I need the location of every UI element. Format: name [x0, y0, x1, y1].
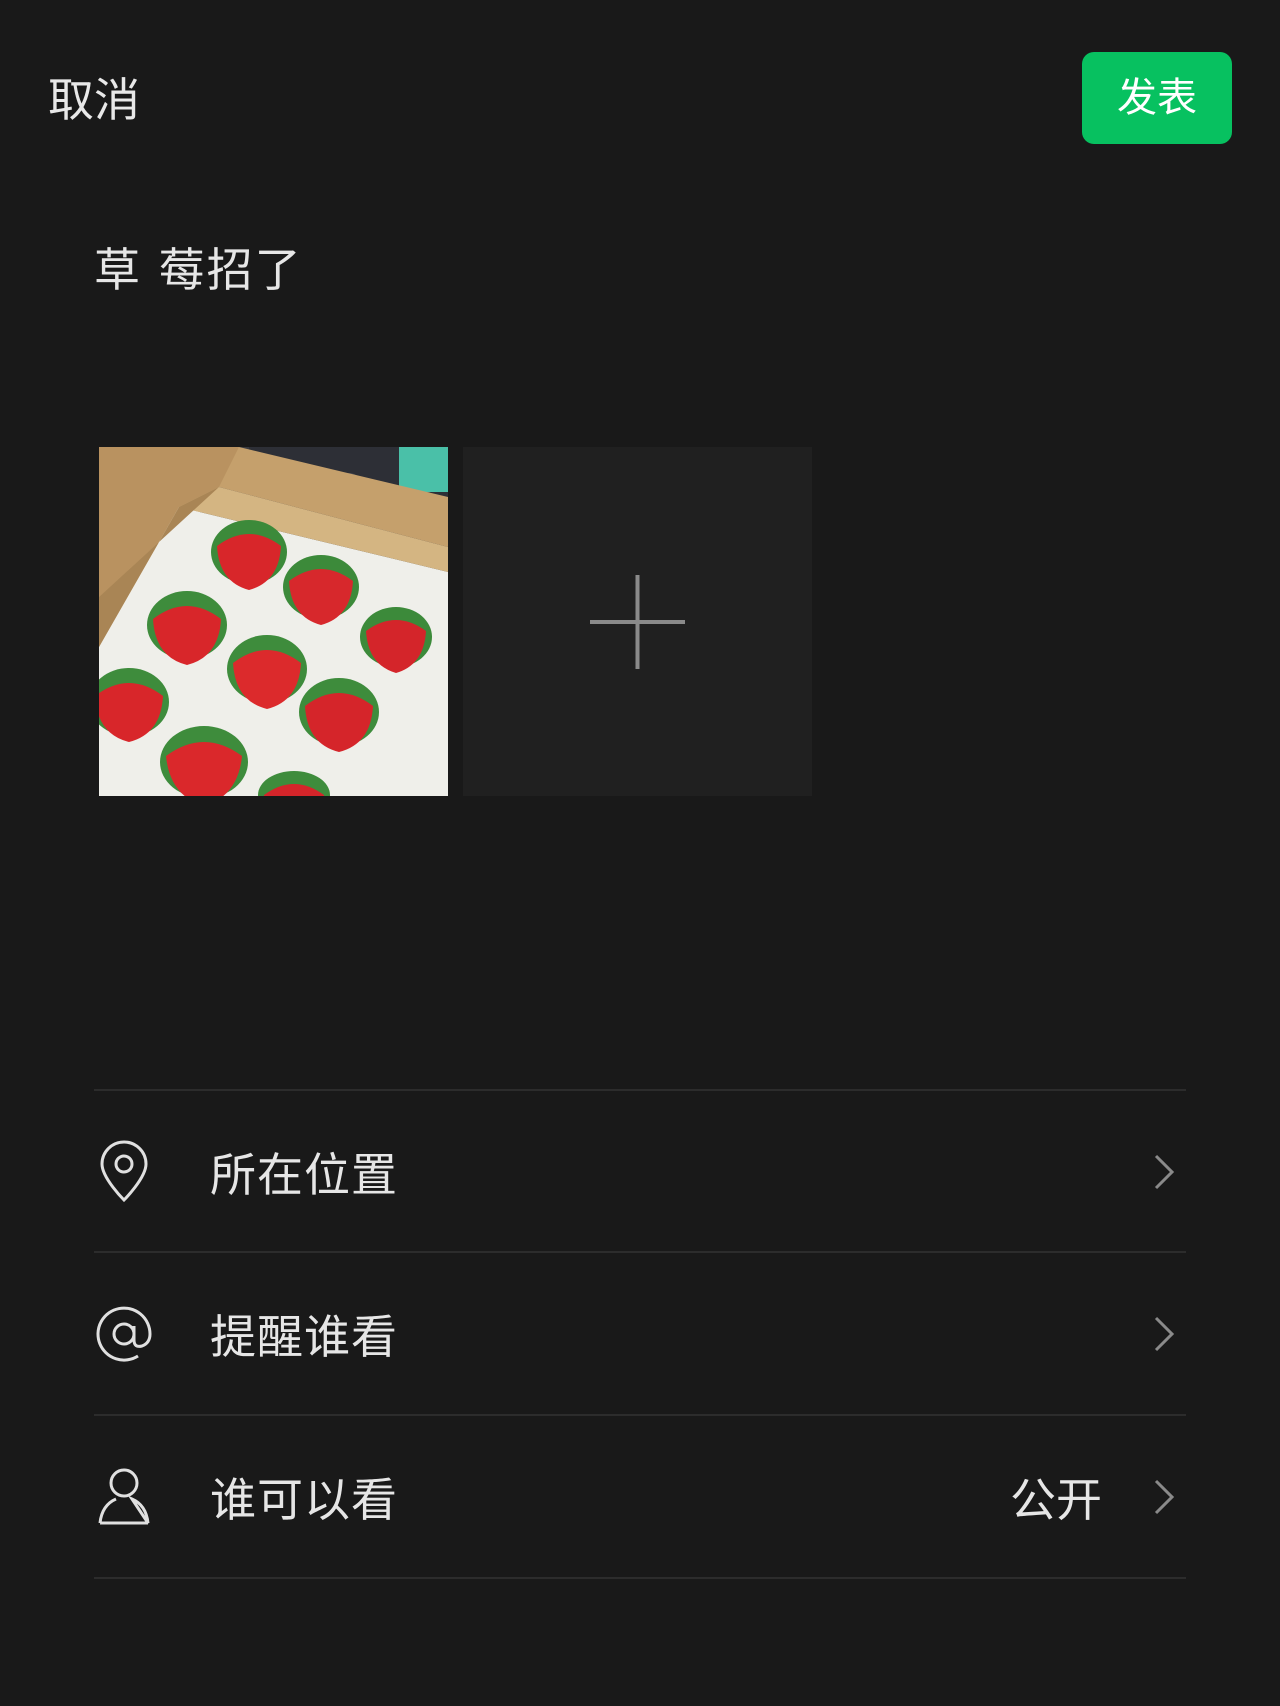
strawberry-box-photo [99, 447, 448, 796]
add-photo-button[interactable] [463, 447, 812, 796]
plus-icon [590, 575, 685, 669]
location-row[interactable]: 所在位置 [94, 1092, 1186, 1252]
person-icon [98, 1468, 150, 1525]
divider [94, 1089, 1186, 1091]
visibility-row[interactable]: 谁可以看 公开 [94, 1417, 1186, 1577]
location-pin-icon [100, 1140, 148, 1203]
moments-compose-screen: 取消 发表 草 莓招了 所在位置 提醒谁看 谁可以看 公开 [0, 0, 1280, 1706]
publish-button[interactable]: 发表 [1082, 52, 1232, 144]
at-sign-icon [96, 1306, 152, 1362]
divider [94, 1414, 1186, 1416]
chevron-right-icon [1154, 1316, 1175, 1352]
post-text-input[interactable]: 草 莓招了 [94, 240, 303, 300]
mention-label: 提醒谁看 [210, 1310, 398, 1364]
cancel-button[interactable]: 取消 [48, 70, 140, 130]
location-label: 所在位置 [210, 1148, 398, 1202]
photo-thumbnail[interactable] [99, 447, 448, 796]
divider [94, 1577, 1186, 1579]
visibility-value: 公开 [1010, 1473, 1102, 1527]
divider [94, 1251, 1186, 1253]
mention-row[interactable]: 提醒谁看 [94, 1254, 1186, 1414]
chevron-right-icon [1154, 1154, 1175, 1190]
visibility-label: 谁可以看 [210, 1473, 398, 1527]
chevron-right-icon [1154, 1479, 1175, 1515]
